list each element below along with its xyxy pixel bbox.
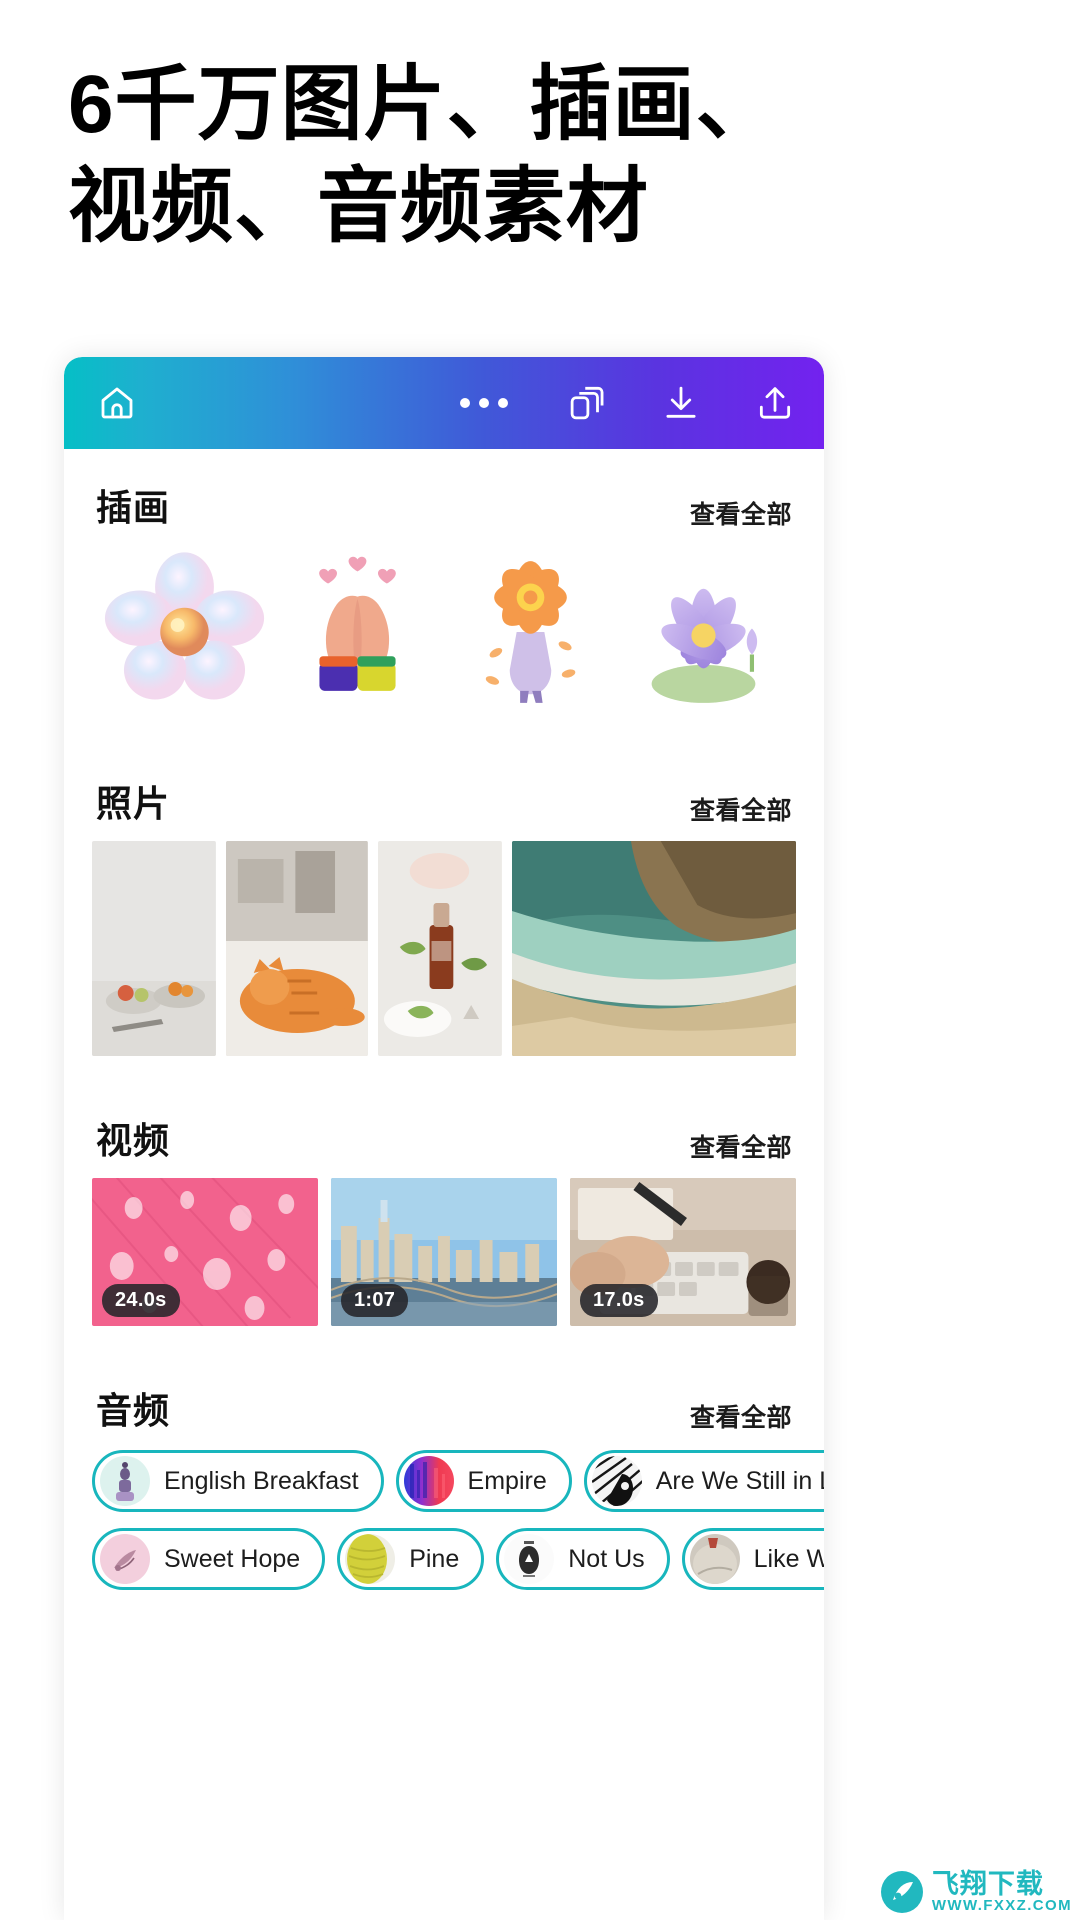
illustration-item-1[interactable] xyxy=(98,537,271,727)
illustration-header: 插画 查看全部 xyxy=(92,449,796,535)
upload-icon xyxy=(759,387,791,419)
flower-girl-illustration xyxy=(485,561,576,703)
illustration-item-2[interactable] xyxy=(271,537,444,727)
praying-hands-illustration xyxy=(319,556,396,691)
duplicate-layers-button[interactable] xyxy=(566,382,608,424)
photo-item-1[interactable] xyxy=(92,841,216,1056)
video-item-2[interactable]: 1:07 xyxy=(331,1178,557,1326)
video-title: 视频 xyxy=(96,1120,171,1161)
english-breakfast-cover-icon xyxy=(100,1456,150,1506)
audio-row-1: English Breakfast Empire Are We Still in xyxy=(92,1450,824,1512)
more-menu-button[interactable] xyxy=(454,386,514,420)
illustration-item-4[interactable] xyxy=(617,537,790,727)
more-dot-3 xyxy=(498,398,508,408)
audio-chip-label: Are We Still in Love xyxy=(655,1466,824,1495)
section-photo: 照片 查看全部 xyxy=(64,745,824,1082)
audio-view-all-link[interactable]: 查看全部 xyxy=(690,1398,792,1434)
page-title: 6千万图片、插画、 视频、音频素材 xyxy=(68,54,1028,257)
audio-chip-label: English Breakfast xyxy=(164,1466,359,1495)
illustration-title: 插画 xyxy=(96,487,171,528)
download-button[interactable] xyxy=(660,382,702,424)
ocean-beach-photo xyxy=(511,841,796,1056)
audio-title: 音频 xyxy=(96,1390,171,1431)
video-view-all-link[interactable]: 查看全部 xyxy=(690,1128,792,1164)
page-title-line-2: 视频、音频素材 xyxy=(68,160,650,252)
page-root: 6千万图片、插画、 视频、音频素材 插画 查看全部 照片 查看全部 视频 查看全… xyxy=(0,0,1080,1920)
iridescent-flower-illustration xyxy=(104,552,265,700)
photo-list xyxy=(92,831,796,1082)
audio-chip-not-us[interactable]: Not Us xyxy=(496,1528,670,1590)
purple-lotus-illustration xyxy=(651,588,758,703)
illustration-item-3[interactable] xyxy=(444,537,617,727)
photo-title: 照片 xyxy=(96,783,171,824)
watermark-en: WWW.FXXZ.COM xyxy=(931,1897,1072,1915)
illustration-view-all-link[interactable]: 查看全部 xyxy=(690,495,792,531)
section-video: 视频 查看全部 24.0s 1:07 17.0s xyxy=(64,1082,824,1352)
photo-item-2[interactable] xyxy=(225,841,368,1056)
audio-chip-like-whoa[interactable]: Like Whoa xyxy=(681,1528,824,1590)
more-dot-1 xyxy=(460,398,470,408)
app-content: 插画 查看全部 照片 查看全部 视频 查看全部 24.0s 1:07 17.0s… xyxy=(64,449,824,1920)
not-us-cover-icon xyxy=(504,1534,555,1584)
section-illustration: 插画 查看全部 xyxy=(64,449,824,745)
video-duration-badge: 24.0s xyxy=(102,1284,180,1317)
illustration-list xyxy=(92,535,796,745)
orange-cat-photo xyxy=(225,841,368,1056)
upload-button[interactable] xyxy=(754,382,796,424)
audio-chip-english-breakfast[interactable]: English Breakfast xyxy=(92,1450,384,1512)
home-icon xyxy=(101,387,133,419)
audio-chip-label: Sweet Hope xyxy=(164,1544,301,1573)
pine-cover-icon xyxy=(345,1534,396,1584)
toolbar-actions xyxy=(454,382,796,424)
audio-chip-label: Pine xyxy=(409,1544,460,1573)
download-icon xyxy=(666,386,696,418)
section-audio: 音频 查看全部 English Breakfast Empire Are We … xyxy=(64,1352,824,1624)
page-title-line-1: 6千万图片、插画、 xyxy=(68,59,779,150)
like-whoa-cover-icon xyxy=(689,1534,740,1584)
sweet-hope-cover-icon xyxy=(100,1534,150,1584)
more-dot-2 xyxy=(479,398,489,408)
audio-chip-sweet-hope[interactable]: Sweet Hope xyxy=(92,1528,326,1590)
audio-chip-label: Like Whoa xyxy=(753,1544,824,1573)
watermark-cn: 飞翔下载 xyxy=(931,1868,1044,1899)
video-item-3[interactable]: 17.0s xyxy=(570,1178,796,1326)
are-we-still-in-love-cover-icon xyxy=(591,1456,642,1506)
home-button[interactable] xyxy=(96,382,138,424)
audio-chip-are-we-still-in-love[interactable]: Are We Still in Love xyxy=(583,1450,824,1512)
audio-header: 音频 查看全部 xyxy=(92,1352,796,1438)
audio-chip-label: Not Us xyxy=(568,1544,645,1573)
video-list: 24.0s 1:07 17.0s xyxy=(92,1168,796,1352)
video-duration-badge: 17.0s xyxy=(580,1284,658,1317)
audio-chip-label: Empire xyxy=(467,1466,547,1495)
fruit-bowls-photo xyxy=(92,841,216,1056)
photo-item-4[interactable] xyxy=(511,841,796,1056)
video-item-1[interactable]: 24.0s xyxy=(92,1178,318,1326)
serum-bottle-photo xyxy=(377,841,502,1056)
audio-chip-pine[interactable]: Pine xyxy=(337,1528,485,1590)
app-toolbar xyxy=(64,357,824,449)
audio-chip-empire[interactable]: Empire xyxy=(395,1450,572,1512)
watermark-logo-icon xyxy=(880,1870,923,1913)
site-watermark: 飞翔下载 WWW.FXXZ.COM xyxy=(880,1870,1072,1914)
audio-list: English Breakfast Empire Are We Still in… xyxy=(92,1438,824,1624)
audio-row-2: Sweet Hope Pine Not Us Like W xyxy=(92,1528,824,1590)
app-screenshot-panel: 插画 查看全部 照片 查看全部 视频 查看全部 24.0s 1:07 17.0s… xyxy=(64,357,824,1920)
video-header: 视频 查看全部 xyxy=(92,1082,796,1168)
photo-header: 照片 查看全部 xyxy=(92,745,796,831)
duplicate-layers-icon xyxy=(570,386,604,420)
empire-cover-icon xyxy=(403,1456,454,1506)
video-duration-badge: 1:07 xyxy=(341,1284,409,1317)
photo-view-all-link[interactable]: 查看全部 xyxy=(690,791,792,827)
photo-item-3[interactable] xyxy=(377,841,502,1056)
watermark-text: 飞翔下载 WWW.FXXZ.COM xyxy=(932,1870,1072,1914)
